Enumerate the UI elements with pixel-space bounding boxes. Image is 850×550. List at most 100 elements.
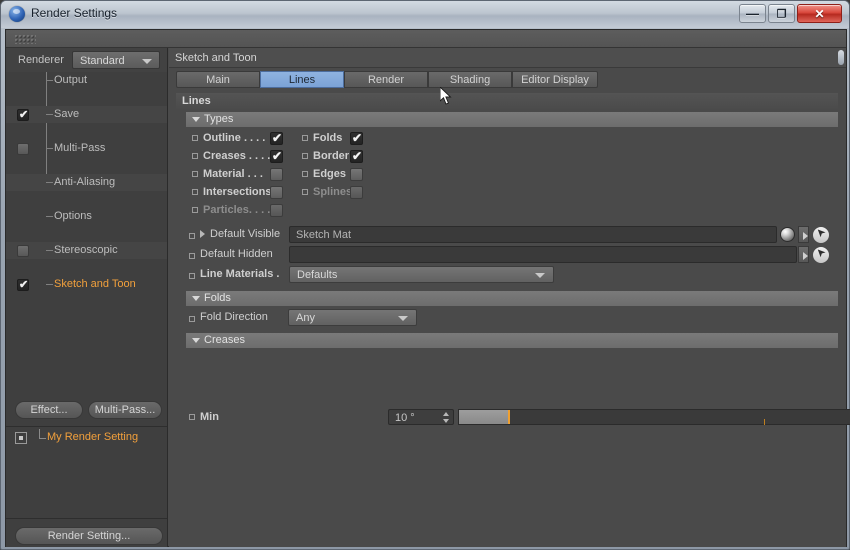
anim-dot-splines[interactable] xyxy=(302,189,308,195)
effect-button-row: Effect... Multi-Pass... xyxy=(6,401,167,425)
sidebar-item-label: Options xyxy=(54,210,92,222)
minimize-icon: — xyxy=(746,5,759,21)
label-default-visible: Default Visible xyxy=(210,228,281,240)
list-item-my-render-setting[interactable]: My Render Setting xyxy=(6,429,167,447)
sidebar-item-multi-pass[interactable]: Multi-Pass xyxy=(6,140,167,157)
min-slider[interactable] xyxy=(458,409,850,425)
drag-grip-handle[interactable] xyxy=(14,34,36,44)
material-preview-thumbnail[interactable] xyxy=(780,227,795,242)
anim-dot-outline[interactable] xyxy=(192,135,198,141)
sidebar-item-output[interactable]: Output xyxy=(6,72,167,89)
sidebar-item-label: Save xyxy=(54,108,80,120)
triangle-down-icon xyxy=(192,117,200,122)
label-outline: Outline . . . . xyxy=(203,132,266,144)
anim-dot-border[interactable] xyxy=(302,153,308,159)
page-title: Sketch and Toon xyxy=(175,52,257,64)
effect-button[interactable]: Effect... xyxy=(15,401,83,419)
tree-branch-line xyxy=(46,182,53,183)
sidebar-item-sketch-and-toon[interactable]: Sketch and Toon xyxy=(6,276,167,293)
vertical-scrollbar[interactable] xyxy=(838,50,844,65)
renderer-row: Renderer Standard xyxy=(6,48,167,72)
minimize-button[interactable]: — xyxy=(739,4,766,23)
label-min: Min xyxy=(200,411,219,423)
min-value: 10 ° xyxy=(395,412,415,424)
checkbox-creases[interactable] xyxy=(270,149,283,163)
default-hidden-pick-button[interactable] xyxy=(812,246,830,264)
renderer-label: Renderer xyxy=(18,54,64,66)
min-value-input[interactable]: 10 ° xyxy=(388,409,454,425)
multi-pass-button[interactable]: Multi-Pass... xyxy=(88,401,162,419)
anim-dot-default-hidden[interactable] xyxy=(189,253,195,259)
render-settings-window: Render Settings — ❐ ✕ Renderer Standard xyxy=(0,0,850,550)
sidebar-item-label: Sketch and Toon xyxy=(54,278,136,290)
default-visible-arrow-button[interactable] xyxy=(798,226,809,243)
label-border: Border xyxy=(313,150,350,162)
checkbox-folds[interactable] xyxy=(350,131,363,145)
anim-dot-particles[interactable] xyxy=(192,207,198,213)
checkbox-intersections[interactable] xyxy=(270,186,283,199)
default-visible-pick-button[interactable] xyxy=(812,226,830,244)
sidebar-checkbox-multi-pass[interactable] xyxy=(17,143,29,155)
sidebar-item-stereoscopic[interactable]: Stereoscopic xyxy=(6,242,167,259)
tab-main[interactable]: Main xyxy=(176,71,260,88)
group-label: Creases xyxy=(204,334,245,346)
anim-dot-fold-direction[interactable] xyxy=(189,316,195,322)
line-materials-dropdown[interactable]: Defaults xyxy=(289,266,554,283)
checkbox-border[interactable] xyxy=(350,149,363,163)
maximize-button[interactable]: ❐ xyxy=(768,4,795,23)
checkbox-outline[interactable] xyxy=(270,131,283,145)
checkbox-edges[interactable] xyxy=(350,168,363,181)
anim-dot-intersections[interactable] xyxy=(192,189,198,195)
sidebar-item-save[interactable]: Save xyxy=(6,106,167,123)
renderer-dropdown[interactable]: Standard xyxy=(72,51,160,69)
min-slider-fill xyxy=(459,410,508,424)
tree-elbow-line xyxy=(39,429,40,438)
label-particles: Particles. . . . xyxy=(203,204,271,216)
tab-shading[interactable]: Shading xyxy=(428,71,512,88)
anim-dot-edges[interactable] xyxy=(302,171,308,177)
sidebar-checkbox-save[interactable] xyxy=(17,108,29,121)
close-button[interactable]: ✕ xyxy=(797,4,842,23)
anim-dot-default-visible[interactable] xyxy=(189,233,195,239)
anim-dot-creases[interactable] xyxy=(192,153,198,159)
title-bar[interactable]: Render Settings — ❐ ✕ xyxy=(1,1,849,28)
checkbox-particles[interactable] xyxy=(270,204,283,217)
maximize-icon: ❐ xyxy=(776,8,787,20)
sidebar-item-options[interactable]: Options xyxy=(6,208,167,225)
default-visible-field[interactable]: Sketch Mat xyxy=(289,226,777,243)
chevron-down-icon xyxy=(398,316,408,321)
tree-branch-line xyxy=(46,114,53,115)
my-render-setting-label: My Render Setting xyxy=(47,431,139,443)
default-visible-value: Sketch Mat xyxy=(296,229,352,241)
group-header-creases[interactable]: Creases xyxy=(186,333,838,348)
render-setting-button[interactable]: Render Setting... xyxy=(15,527,163,545)
group-header-types[interactable]: Types xyxy=(186,112,838,127)
tab-editor-display[interactable]: Editor Display xyxy=(512,71,598,88)
fold-direction-dropdown[interactable]: Any xyxy=(288,309,417,326)
anim-dot-line-materials[interactable] xyxy=(189,273,195,279)
sidebar-item-label: Output xyxy=(54,74,88,86)
min-stepper[interactable] xyxy=(443,411,450,424)
anim-dot-min[interactable] xyxy=(189,414,195,420)
sidebar-bottom-divider xyxy=(6,518,167,519)
default-hidden-field[interactable] xyxy=(289,246,797,263)
tree-branch-line xyxy=(46,216,53,217)
group-label: Folds xyxy=(204,292,231,304)
label-intersections: Intersections xyxy=(203,186,272,198)
sidebar-checkbox-sketch-and-toon[interactable] xyxy=(17,278,29,291)
renderer-value: Standard xyxy=(80,55,125,67)
anim-dot-material[interactable] xyxy=(192,171,198,177)
sidebar-item-anti-aliasing[interactable]: Anti-Aliasing xyxy=(6,174,167,191)
default-hidden-arrow-button[interactable] xyxy=(798,246,809,263)
anim-dot-folds[interactable] xyxy=(302,135,308,141)
tab-render[interactable]: Render xyxy=(344,71,428,88)
checkbox-material[interactable] xyxy=(270,168,283,181)
chevron-down-icon xyxy=(535,273,545,278)
expand-arrow-icon[interactable] xyxy=(200,230,205,238)
min-slider-handle[interactable] xyxy=(507,410,510,424)
group-header-folds[interactable]: Folds xyxy=(186,291,838,306)
tree-elbow-line xyxy=(39,438,46,439)
sidebar-checkbox-stereoscopic[interactable] xyxy=(17,245,29,257)
checkbox-splines[interactable] xyxy=(350,186,363,199)
tab-lines[interactable]: Lines xyxy=(260,71,344,88)
